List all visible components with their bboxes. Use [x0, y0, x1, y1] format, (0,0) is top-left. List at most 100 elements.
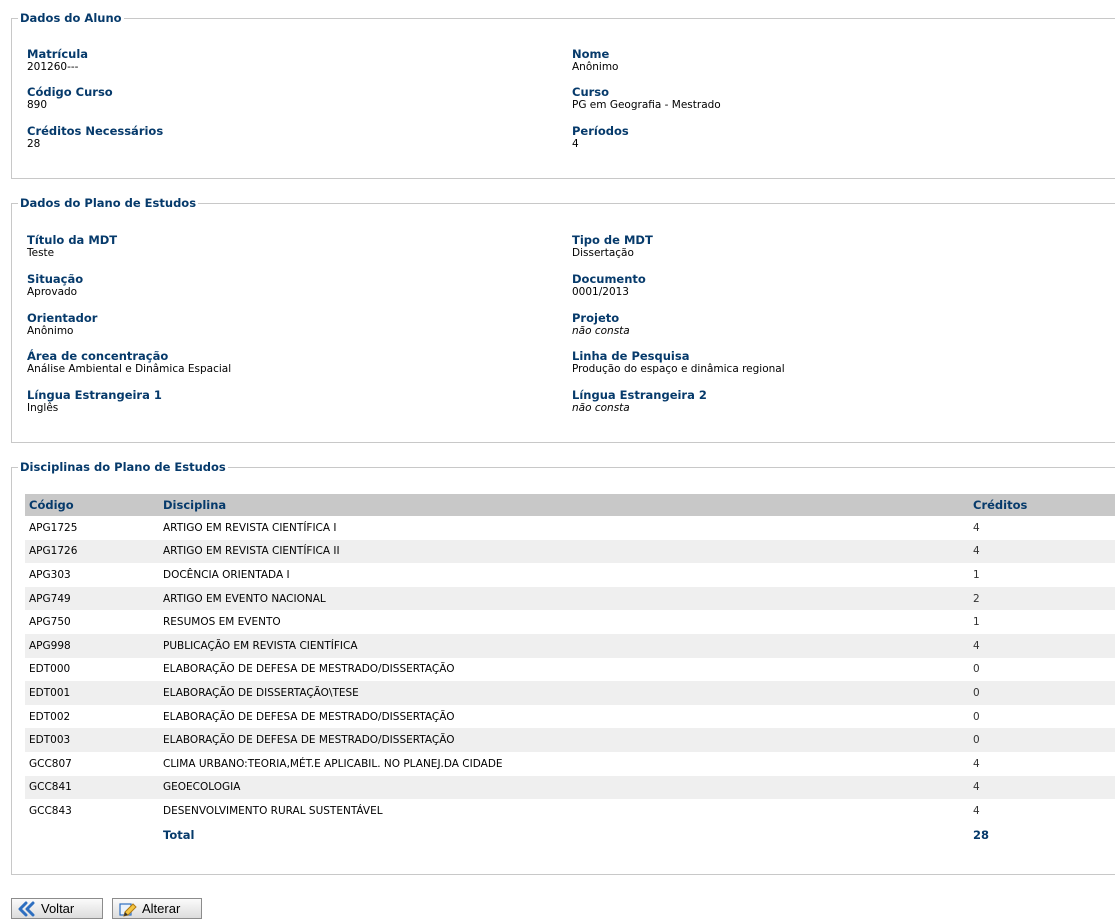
- field-label: Área de concentração: [27, 349, 169, 363]
- field-value: Anônimo: [572, 61, 619, 73]
- cell-codigo: APG998: [25, 633, 159, 658]
- cell-codigo: APG1726: [25, 539, 159, 564]
- field-tipo-mdt: Tipo de MDT Dissertação: [572, 234, 653, 260]
- header-disciplina: Disciplina: [159, 494, 969, 516]
- field-value: Inglês: [27, 402, 59, 414]
- table-row: GCC843 DESENVOLVIMENTO RURAL SUSTENTÁVEL…: [25, 799, 1115, 823]
- field-periodos: Períodos 4: [572, 125, 629, 151]
- field-value: 28: [27, 138, 41, 150]
- cell-creditos: 0: [969, 728, 1115, 752]
- aluno-legend: Dados do Aluno: [18, 11, 124, 26]
- field-label: Créditos Necessários: [27, 124, 164, 138]
- voltar-button[interactable]: Voltar: [11, 898, 103, 919]
- cell-codigo: GCC807: [29, 757, 72, 770]
- field-value: PG em Geografia - Mestrado: [572, 99, 721, 111]
- edit-pencil-icon: [118, 901, 138, 917]
- field-creditos-necessarios: Créditos Necessários 28: [27, 125, 163, 151]
- table-header-row: Código Disciplina Créditos: [25, 494, 1115, 516]
- field-label: Código Curso: [27, 85, 113, 99]
- field-curso: Curso PG em Geografia - Mestrado: [572, 86, 721, 112]
- cell-creditos: 0: [969, 681, 1115, 705]
- field-label: Situação: [27, 272, 84, 286]
- field-value: Aprovado: [27, 286, 78, 298]
- cell-codigo: APG303: [29, 568, 71, 581]
- cell-codigo: EDT003: [25, 728, 159, 752]
- header-creditos: Créditos: [969, 494, 1115, 516]
- cell-disciplina: ARTIGO EM EVENTO NACIONAL: [159, 586, 969, 611]
- cell-disciplina: CLIMA URBANO:TEORIA,MÉT.E APLICABIL. NO …: [163, 757, 503, 770]
- field-value: Análise Ambiental e Dinâmica Espacial: [27, 363, 232, 375]
- field-value: 201260---: [27, 61, 79, 73]
- cell-codigo: GCC843: [29, 804, 72, 817]
- table-row: APG1725 ARTIGO EM REVISTA CIENTÍFICA I 4: [25, 516, 1115, 540]
- table-row: APG749 ARTIGO EM EVENTO NACIONAL 2: [25, 586, 1115, 611]
- cell-creditos: 0: [973, 710, 980, 723]
- cell-codigo: EDT000: [29, 663, 71, 676]
- field-situacao: Situação Aprovado: [27, 273, 83, 299]
- field-label: Linha de Pesquisa: [572, 349, 690, 363]
- total-label: Total: [163, 827, 195, 842]
- field-orientador: Orientador Anônimo: [27, 312, 97, 338]
- plano-section: Dados do Plano de Estudos: [11, 196, 1115, 443]
- cell-creditos: 1: [973, 616, 980, 629]
- cell-codigo: GCC841: [25, 775, 159, 800]
- field-value: Produção do espaço e dinâmica regional: [572, 363, 785, 375]
- disciplinas-legend: Disciplinas do Plano de Estudos: [18, 460, 228, 475]
- alterar-button[interactable]: Alterar: [112, 898, 202, 919]
- cell-codigo: APG1725: [29, 521, 78, 534]
- field-value: Anônimo: [27, 325, 74, 337]
- table-row: EDT003 ELABORAÇÃO DE DEFESA DE MESTRADO/…: [25, 728, 1115, 752]
- double-chevron-left-icon: [17, 901, 37, 917]
- field-value: Dissertação: [572, 247, 634, 259]
- cell-creditos: 4: [969, 539, 1115, 564]
- field-value: não consta: [572, 325, 630, 337]
- table-row: EDT000 ELABORAÇÃO DE DEFESA DE MESTRADO/…: [25, 658, 1115, 682]
- cell-empty: [25, 823, 159, 847]
- cell-creditos: 2: [969, 586, 1115, 611]
- field-value: 0001/2013: [572, 286, 629, 298]
- cell-disciplina: ELABORAÇÃO DE DEFESA DE MESTRADO/DISSERT…: [163, 710, 455, 723]
- field-label: Tipo de MDT: [572, 233, 653, 247]
- field-lingua-estrangeira-1: Língua Estrangeira 1 Inglês: [27, 389, 162, 415]
- field-value: 4: [572, 138, 579, 150]
- field-lingua-estrangeira-2: Língua Estrangeira 2 não consta: [572, 389, 707, 415]
- cell-creditos: 4: [969, 775, 1115, 800]
- field-documento: Documento 0001/2013: [572, 273, 646, 299]
- table-row: APG750 RESUMOS EM EVENTO 1: [25, 610, 1115, 634]
- voltar-label: Voltar: [41, 901, 75, 916]
- cell-disciplina: DESENVOLVIMENTO RURAL SUSTENTÁVEL: [163, 804, 383, 817]
- disciplinas-table: Código Disciplina Créditos APG1725 ARTIG…: [25, 494, 1115, 846]
- table-row: APG303 DOCÊNCIA ORIENTADA I 1: [25, 563, 1115, 587]
- cell-creditos: 4: [973, 521, 980, 534]
- plano-legend: Dados do Plano de Estudos: [18, 196, 199, 211]
- table-row: APG998 PUBLICAÇÃO EM REVISTA CIENTÍFICA …: [25, 633, 1115, 658]
- cell-disciplina: ELABORAÇÃO DE DEFESA DE MESTRADO/DISSERT…: [159, 728, 969, 752]
- field-titulo-mdt: Título da MDT Teste: [27, 234, 117, 260]
- field-label: Orientador: [27, 311, 98, 325]
- table-total-row: Total 28: [25, 823, 1115, 847]
- field-value: Teste: [27, 247, 55, 259]
- field-area-concentracao: Área de concentração Análise Ambiental e…: [27, 350, 231, 376]
- field-codigo-curso: Código Curso 890: [27, 86, 113, 112]
- field-value: não consta: [572, 402, 630, 414]
- table-row: EDT002 ELABORAÇÃO DE DEFESA DE MESTRADO/…: [25, 705, 1115, 729]
- cell-disciplina: ELABORAÇÃO DE DISSERTAÇÃO\TESE: [159, 681, 969, 705]
- header-codigo: Código: [25, 494, 159, 516]
- cell-codigo: EDT002: [29, 710, 71, 723]
- total-value: 28: [973, 827, 990, 842]
- cell-codigo: APG749: [25, 586, 159, 611]
- field-label: Curso: [572, 85, 610, 99]
- field-linha-pesquisa: Linha de Pesquisa Produção do espaço e d…: [572, 350, 785, 376]
- cell-creditos: 4: [969, 633, 1115, 658]
- cell-creditos: 4: [973, 804, 980, 817]
- cell-disciplina: ARTIGO EM REVISTA CIENTÍFICA I: [163, 521, 337, 534]
- field-label: Matrícula: [27, 47, 89, 61]
- cell-codigo: APG750: [29, 616, 71, 629]
- aluno-section: Dados do Aluno: [11, 11, 1115, 179]
- cell-disciplina: RESUMOS EM EVENTO: [163, 616, 281, 629]
- field-label: Documento: [572, 272, 646, 286]
- cell-creditos: 0: [973, 663, 980, 676]
- field-nome: Nome Anônimo: [572, 48, 619, 74]
- cell-creditos: 1: [973, 568, 980, 581]
- cell-disciplina: DOCÊNCIA ORIENTADA I: [163, 568, 290, 581]
